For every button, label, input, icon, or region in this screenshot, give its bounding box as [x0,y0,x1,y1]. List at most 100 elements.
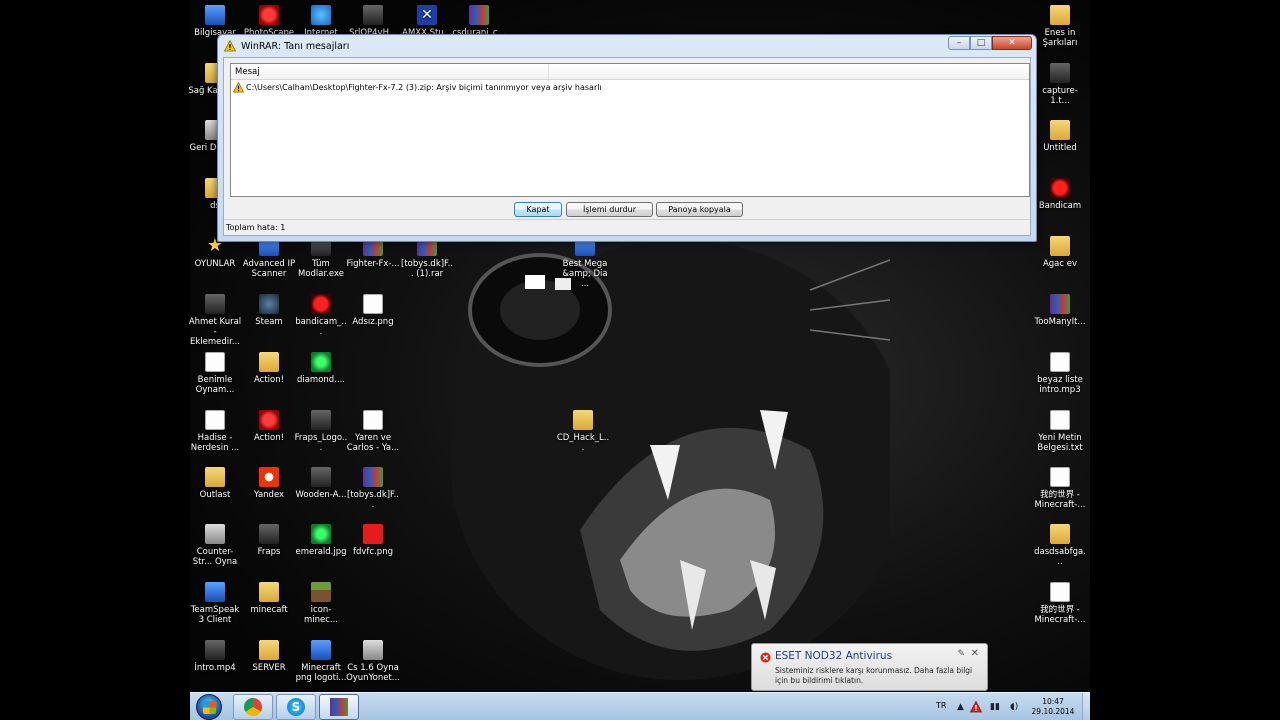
pin-icon[interactable]: ✎ [957,649,965,659]
wooden-axe-icon [311,467,331,487]
desktop-icon[interactable]: Fraps [242,524,296,557]
desktop-icon[interactable]: [tobys.dk]F... [346,467,400,510]
volume-icon[interactable]: ◖) [1010,702,1018,712]
desktop-icon[interactable]: [tobys.dk]F... (1).rar [400,236,454,279]
desktop-icon[interactable]: dasdsabfga... [1033,524,1087,567]
tray-expand-icon[interactable]: ▲ [957,702,964,712]
taskbar-chrome[interactable] [233,694,273,720]
desktop-icon[interactable]: Yaren ve Carlos - Ya... [346,410,400,453]
close-button[interactable]: Kapat [514,202,562,217]
taskbar: S TR ▲ ▮▮ ◖) 10:47 29.10.2014 [190,692,1090,720]
desktop-icon[interactable]: Fraps_Logo... [294,410,348,453]
desktop-icon-label: 我的世界 -Minecraft-... [1034,490,1086,510]
eset-notification[interactable]: ESET NOD32 Antivirus Sisteminiz risklere… [751,643,988,691]
desktop-icon[interactable]: Agac ev [1033,236,1087,269]
music-file-icon [205,352,225,372]
desktop-icon[interactable]: Counter-Str... Oyna [188,524,242,567]
desktop-icon[interactable]: Outlast [188,467,242,500]
desktop-icon[interactable]: Advanced IP Scanner [242,236,296,279]
desktop-icon[interactable]: TooManyIt... [1033,294,1087,327]
text-file-icon [1050,410,1070,430]
desktop-icon-label: Ahmet Kural - Eklemedir... [188,317,242,347]
desktop-icon[interactable]: bandicam_... [294,294,348,337]
winrar-archive-icon [469,5,489,25]
desktop-icon[interactable]: TeamSpeak 3 Client [188,582,242,625]
window-title: WinRAR: Tanı mesajları [241,40,350,52]
copy-to-clipboard-button[interactable]: Panoya kopyala [656,202,743,217]
text-file-icon [1050,467,1070,487]
bandicam-icon [1050,178,1070,198]
desktop-icon[interactable]: Enes in Şarkıları [1033,5,1087,48]
desktop-icon[interactable]: Action! [242,410,296,443]
desktop-icon[interactable]: icon-minec... [294,582,348,625]
taskbar-winrar[interactable] [319,694,359,720]
desktop-icon[interactable]: fdvfc.png [346,524,400,557]
counter-strike-icon [363,640,383,660]
stop-operation-button[interactable]: İşlemi durdur [566,202,653,217]
desktop-icon[interactable]: SERVER [242,640,296,673]
desktop-icon[interactable]: Action! [242,352,296,385]
folder-icon [259,352,279,372]
desktop-icon[interactable]: Hadise - Nerdesin ... [188,410,242,453]
show-desktop-button[interactable] [1082,693,1090,720]
desktop-icon-label: Fraps_Logo... [294,433,348,453]
desktop-icon[interactable]: Wooden-A... [294,467,348,500]
language-indicator[interactable]: TR [936,701,946,710]
maximize-button[interactable]: □ [970,36,992,50]
desktop-icon-label: Agac ev [1042,259,1078,269]
minecraft-block-icon [311,582,331,602]
window-client-area: Mesaj C:\Users\Calhan\Desktop\Fighter-Fx… [223,57,1031,236]
chrome-icon [244,698,262,716]
desktop-icon[interactable]: Cs 1.6 Oyna OyunYonet... [346,640,400,683]
diamond-icon [311,352,331,372]
close-window-button[interactable]: ✕ [992,36,1032,50]
desktop-icon[interactable]: CD_Hack_L... [556,410,610,453]
network-icon[interactable]: ▮▮ [990,702,1000,712]
warning-icon [233,81,244,92]
desktop-icon-label: Outlast [199,490,231,500]
column-header-empty[interactable] [549,64,1029,79]
clock-date: 29.10.2014 [1031,707,1075,716]
message-list[interactable]: Mesaj C:\Users\Calhan\Desktop\Fighter-Fx… [230,63,1030,197]
winrar-diagnostic-window[interactable]: WinRAR: Tanı mesajları – □ ✕ Mesaj C:\Us… [217,34,1037,242]
desktop-icon[interactable]: Untitled [1033,120,1087,153]
action-center-warning-icon[interactable] [970,701,982,713]
desktop-icon[interactable]: Yandex [242,467,296,500]
desktop-icon[interactable]: Bandicam [1033,178,1087,211]
list-item[interactable]: C:\Users\Calhan\Desktop\Fighter-Fx-7.2 (… [231,80,1029,94]
start-button[interactable] [196,694,222,720]
desktop-icon[interactable]: Benimle Oynam... [188,352,242,395]
desktop-icon[interactable]: Best Mega &amp; Dia ... [558,236,612,289]
column-header-message[interactable]: Mesaj [231,64,549,79]
desktop-icon[interactable]: Ahmet Kural - Eklemedir... [188,294,242,347]
video-file-icon [205,294,225,314]
close-notification-icon[interactable]: ✕ [971,648,979,659]
desktop-icon-label: Yaren ve Carlos - Ya... [346,433,400,453]
window-titlebar[interactable]: WinRAR: Tanı mesajları – □ ✕ [218,35,1036,57]
message-text: C:\Users\Calhan\Desktop\Fighter-Fx-7.2 (… [246,82,602,92]
desktop-icon[interactable]: Yeni Metin Belgesi.txt [1033,410,1087,453]
desktop-icon[interactable]: 我的世界 -Minecraft-... [1033,582,1087,625]
desktop-icon[interactable]: 我的世界 -Minecraft-... [1033,467,1087,510]
right-letterbox-bar [1090,0,1280,720]
folder-icon [1050,5,1070,25]
desktop-icon[interactable]: Tüm Modlar.exe [294,236,348,279]
desktop-icon[interactable]: Adsız.png [346,294,400,327]
desktop-icon[interactable]: Minecraft png logoti... [294,640,348,683]
desktop-icon-label: Fraps [257,547,281,557]
desktop-icon[interactable]: emerald.jpg [294,524,348,557]
taskbar-skype[interactable]: S [276,694,316,720]
desktop-icon-label: Cs 1.6 Oyna OyunYonet... [346,663,400,683]
desktop-icon[interactable]: Steam [242,294,296,327]
desktop-icon-label: SERVER [252,663,286,673]
desktop-icon-label: beyaz liste intro.mp3 [1037,375,1083,395]
clock[interactable]: 10:47 29.10.2014 [1028,697,1078,717]
yandex-icon [259,467,279,487]
desktop-icon-label: [tobys.dk]F... [347,490,399,510]
desktop-icon[interactable]: diamond.... [294,352,348,385]
desktop-icon[interactable]: beyaz liste intro.mp3 [1033,352,1087,395]
desktop-icon[interactable]: capture-1.t... [1033,63,1087,106]
desktop-icon[interactable]: minecaft [242,582,296,615]
desktop-icon[interactable]: İntro.mp4 [188,640,242,673]
minimize-button[interactable]: – [948,36,970,50]
